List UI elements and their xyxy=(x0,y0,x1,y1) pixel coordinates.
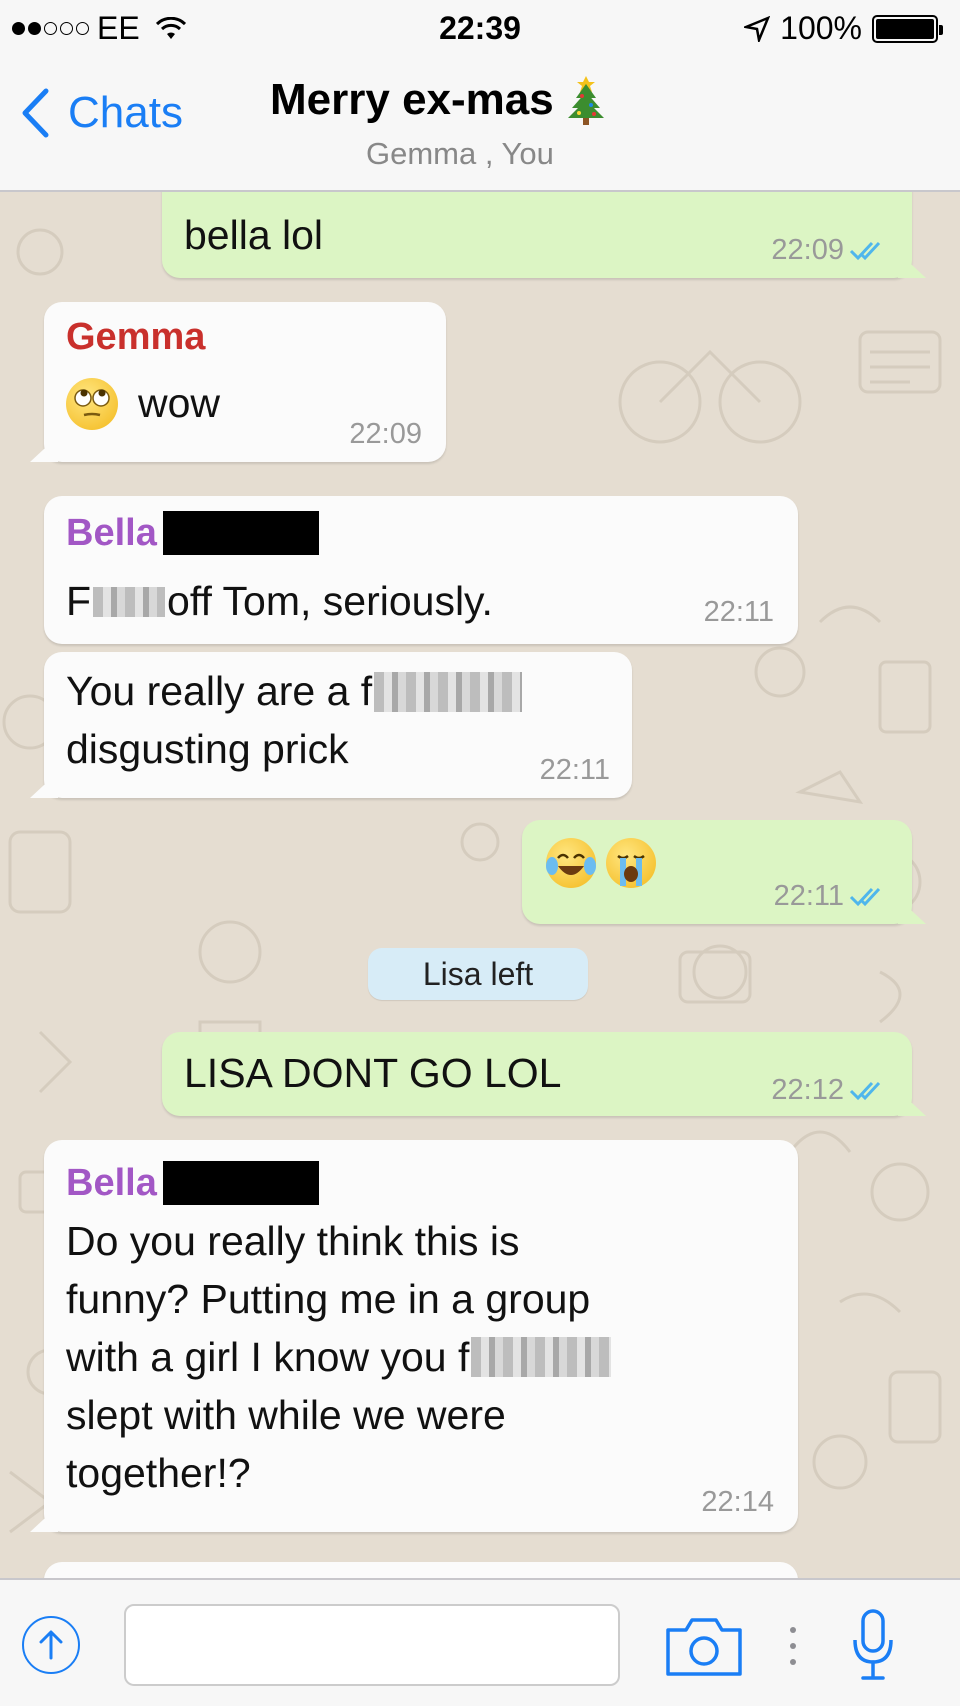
status-right: 100% xyxy=(744,10,943,47)
eye-roll-emoji-icon xyxy=(66,377,118,430)
censored-word xyxy=(374,671,523,712)
message-time: 22:14 xyxy=(701,1486,774,1518)
chat-header[interactable]: Merry ex-mas Gemma , You xyxy=(270,74,608,172)
message-incoming[interactable]: Bella Do you really think this is funny?… xyxy=(30,1140,798,1532)
microphone-icon[interactable] xyxy=(850,1608,896,1684)
chat-participants: Gemma , You xyxy=(366,136,554,171)
message-line-wrap: with a girl I know you f xyxy=(66,1328,612,1386)
upload-icon xyxy=(39,1630,63,1660)
battery-icon xyxy=(872,14,943,43)
message-text: LISA DONT GO LOL xyxy=(184,1050,562,1096)
message-outgoing[interactable]: LISA DONT GO LOL 22:12 xyxy=(162,1032,926,1116)
message-time: 22:09 xyxy=(771,234,844,266)
message-time: 22:11 xyxy=(539,754,610,786)
sender-name: Gemma xyxy=(66,316,206,358)
message-meta: 22:09 xyxy=(771,234,888,266)
status-bar: EE 22:39 100% xyxy=(0,0,960,58)
message-body: F off Tom, seriously. xyxy=(66,574,493,629)
chevron-left-icon xyxy=(22,88,49,138)
chat-title-text: Merry ex-mas xyxy=(270,75,554,124)
message-text: bella lol xyxy=(184,212,324,258)
read-receipt-icon xyxy=(849,241,881,261)
message-text: wow xyxy=(138,380,221,426)
message-incoming-partial[interactable] xyxy=(44,1562,798,1578)
message-time: 22:12 xyxy=(771,1074,844,1106)
message-text-start: F xyxy=(66,578,92,624)
redacted-surname xyxy=(162,511,319,555)
system-message-left: Lisa left xyxy=(368,948,588,1000)
read-receipt-icon xyxy=(849,1081,881,1101)
censored-word xyxy=(471,1337,612,1377)
upload-button[interactable] xyxy=(22,1616,80,1674)
emoji-row xyxy=(546,838,656,888)
sender-row: Bella xyxy=(66,508,319,558)
chat-messages[interactable]: bella lol 22:09 Gemma wow 22:09 Bella F … xyxy=(0,192,960,1578)
battery-percent: 100% xyxy=(780,10,862,46)
message-meta: 22:12 xyxy=(771,1074,888,1106)
message-incoming[interactable]: Gemma wow 22:09 xyxy=(30,302,446,462)
chat-title: Merry ex-mas xyxy=(270,74,608,126)
message-time: 22:09 xyxy=(349,418,422,450)
camera-icon[interactable] xyxy=(664,1616,744,1678)
sender-name: Bella xyxy=(66,512,157,554)
tears-of-joy-emoji-icon xyxy=(546,838,596,888)
message-line: funny? Putting me in a group xyxy=(66,1276,591,1322)
message-line: You really are a f xyxy=(66,664,523,719)
message-meta: 22:11 xyxy=(774,880,888,912)
message-text-end: off Tom, seriously. xyxy=(167,578,493,624)
location-arrow-icon xyxy=(744,15,771,42)
censored-word xyxy=(93,586,166,617)
message-line: with a girl I know you f xyxy=(66,1334,470,1380)
message-outgoing[interactable]: 22:11 xyxy=(522,820,926,924)
nav-bar: Chats Merry ex-mas Gemma , You xyxy=(0,58,960,192)
message-incoming[interactable]: You really are a f disgusting prick 22:1… xyxy=(30,652,632,798)
message-line: together!? xyxy=(66,1450,251,1496)
read-receipt-icon xyxy=(849,887,881,907)
message-input-bar xyxy=(0,1578,960,1706)
message-incoming[interactable]: Bella F off Tom, seriously. 22:11 xyxy=(44,496,798,644)
message-time: 22:11 xyxy=(703,596,774,628)
message-input[interactable] xyxy=(124,1604,620,1686)
message-text-line2: disgusting prick xyxy=(66,726,349,772)
back-label: Chats xyxy=(68,88,183,137)
redacted-surname xyxy=(162,1161,319,1205)
crying-emoji-icon xyxy=(606,838,656,888)
sender-name: Bella xyxy=(66,1162,157,1204)
sender-row: Bella xyxy=(66,1158,319,1208)
christmas-tree-icon xyxy=(567,76,604,125)
message-body: Do you really think this is funny? Putti… xyxy=(66,1212,612,1502)
back-button[interactable]: Chats xyxy=(20,88,183,138)
message-outgoing[interactable]: bella lol 22:09 xyxy=(162,192,926,278)
message-text-line1: You really are a f xyxy=(66,668,373,714)
more-dots-icon[interactable] xyxy=(788,1624,798,1668)
message-line: slept with while we were xyxy=(66,1392,506,1438)
message-body: wow xyxy=(66,376,220,431)
message-time: 22:11 xyxy=(773,880,844,912)
message-line: Do you really think this is xyxy=(66,1218,520,1264)
